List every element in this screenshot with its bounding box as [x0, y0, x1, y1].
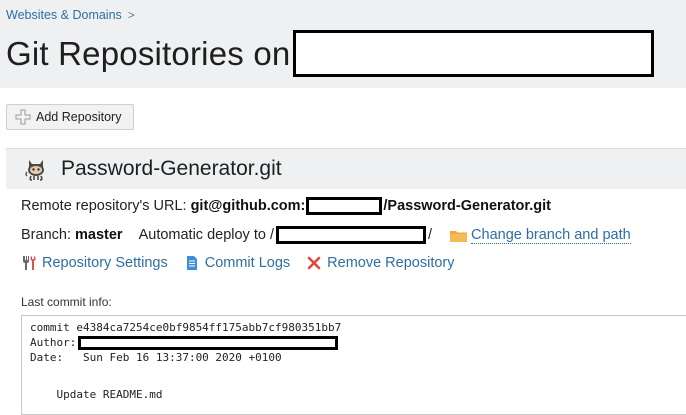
- branch-label: Branch:: [21, 227, 71, 243]
- remote-url-prefix: git@github.com:: [190, 198, 306, 214]
- wrench-fork-icon: [23, 256, 36, 270]
- commit-logs-link[interactable]: Commit Logs: [184, 255, 290, 271]
- github-octocat-icon: [25, 160, 44, 181]
- remote-url-suffix: /Password-Generator.git: [383, 198, 551, 214]
- deploy-path-suffix: /: [428, 227, 433, 243]
- page-title-text: Git Repositories on: [6, 34, 291, 72]
- breadcrumb-websites-domains[interactable]: Websites & Domains: [6, 8, 122, 22]
- remote-url-label: Remote repository's URL:: [21, 198, 187, 214]
- repository-settings-label: Repository Settings: [42, 255, 168, 271]
- remote-url-row: Remote repository's URL: git@github.com:…: [21, 197, 551, 215]
- commit-blank-line: [30, 365, 686, 387]
- folder-icon: [450, 230, 468, 242]
- commit-info-box: commit e4384ca7254ce0bf9854ff175abb7cf98…: [21, 315, 686, 415]
- commit-message-line: Update README.md: [30, 388, 163, 401]
- chevron-right-icon: >: [127, 8, 135, 22]
- last-commit-label: Last commit info:: [21, 295, 112, 309]
- page-title: Git Repositories on: [6, 30, 655, 77]
- remove-repository-link[interactable]: Remove Repository: [306, 255, 454, 271]
- commit-date-line: Date: Sun Feb 16 13:37:00 2020 +0100: [30, 351, 282, 364]
- add-repository-label: Add Repository: [36, 110, 122, 124]
- branch-row: Branch: master Automatic deploy to / / C…: [21, 226, 631, 244]
- repository-panel: Password-Generator.git Remote repository…: [6, 148, 686, 415]
- toolbar: Add Repository: [0, 88, 686, 140]
- repository-header: Password-Generator.git: [6, 149, 686, 189]
- repository-settings-link[interactable]: Repository Settings: [21, 255, 168, 271]
- redacted-domain: [293, 30, 655, 77]
- commit-author-line: Author:: [30, 335, 686, 350]
- commit-author-label: Author:: [30, 336, 77, 349]
- add-repository-button[interactable]: Add Repository: [6, 104, 135, 130]
- branch-value: master: [75, 227, 123, 243]
- plus-icon: [15, 109, 31, 125]
- remove-repository-label: Remove Repository: [327, 255, 455, 271]
- commit-hash-line: commit e4384ca7254ce0bf9854ff175abb7cf98…: [30, 321, 342, 334]
- repository-actions: Repository Settings Commit Logs Remove R…: [21, 255, 470, 271]
- repository-name: Password-Generator.git: [61, 157, 282, 180]
- remove-x-icon: [307, 256, 321, 270]
- redacted-username: [306, 197, 383, 215]
- commit-logs-label: Commit Logs: [204, 255, 291, 271]
- document-icon: [186, 256, 197, 270]
- breadcrumb: Websites & Domains >: [6, 8, 135, 22]
- redacted-deploy-path: [276, 226, 426, 244]
- change-branch-link[interactable]: Change branch and path: [471, 227, 631, 244]
- deploy-path-prefix: /: [269, 227, 274, 243]
- redacted-author: [78, 335, 339, 350]
- deploy-label: Automatic deploy to: [138, 227, 266, 243]
